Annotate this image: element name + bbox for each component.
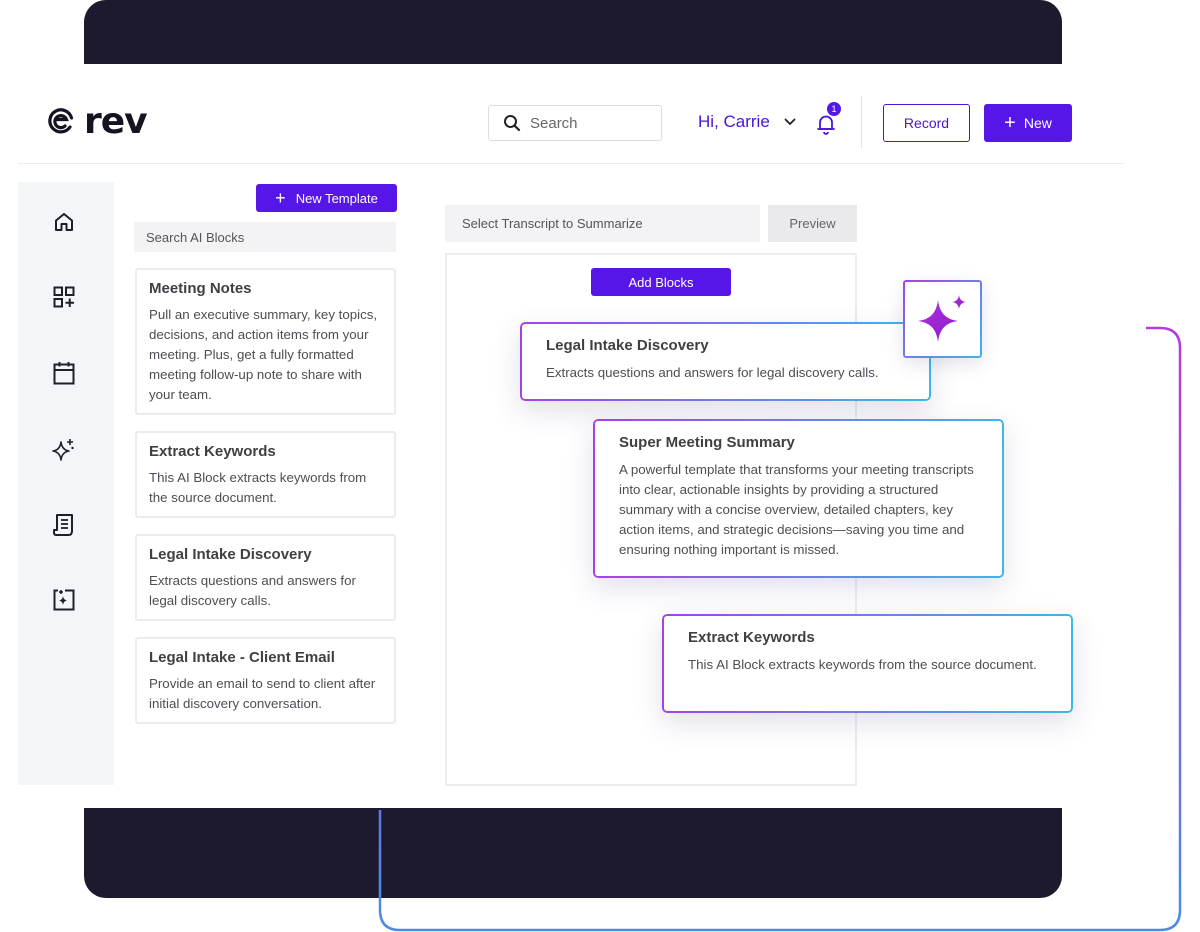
apps-add-icon — [53, 286, 75, 308]
canvas-block-description: A powerful template that transforms your… — [619, 462, 974, 557]
sidebar-item-ai-blocks[interactable] — [51, 587, 77, 613]
sidebar-item-calendar[interactable] — [51, 360, 77, 386]
canvas-block-card[interactable]: Extract Keywords This AI Block extracts … — [662, 614, 1073, 713]
decorative-dark-panel-bottom — [84, 808, 1062, 898]
new-template-label: New Template — [295, 190, 378, 206]
ai-block-title: Extract Keywords — [149, 443, 276, 460]
preview-button[interactable]: Preview — [768, 205, 857, 242]
plus-icon: + — [275, 188, 286, 208]
sidebar-item-documents[interactable] — [51, 512, 77, 538]
plus-icon: + — [1004, 112, 1016, 134]
canvas-block-description: Extracts questions and answers for legal… — [546, 365, 879, 380]
header-divider — [861, 96, 862, 148]
search-input[interactable]: Search — [488, 105, 662, 141]
canvas-block-card[interactable]: Super Meeting Summary A powerful templat… — [593, 419, 1004, 578]
ai-block-card[interactable]: Extract Keywords This AI Block extracts … — [135, 431, 396, 518]
ai-block-card[interactable]: Legal Intake - Client Email Provide an e… — [135, 637, 396, 724]
sidebar — [18, 182, 114, 785]
record-button[interactable]: Record — [883, 104, 970, 142]
ai-block-description: This AI Block extracts keywords from the… — [149, 470, 367, 505]
canvas-block-title: Super Meeting Summary — [619, 434, 795, 451]
chevron-down-icon — [784, 118, 796, 126]
canvas-block-description: This AI Block extracts keywords from the… — [688, 657, 1037, 672]
notification-badge: 1 — [827, 102, 841, 116]
rev-logo[interactable]: rev — [46, 101, 148, 142]
header-bottom-divider — [18, 163, 1124, 164]
new-button-label: New — [1023, 115, 1052, 131]
ai-block-title: Legal Intake - Client Email — [149, 649, 335, 666]
ai-block-card[interactable]: Legal Intake Discovery Extracts question… — [135, 534, 396, 621]
ai-block-title: Legal Intake Discovery — [149, 546, 312, 563]
sparkle-badge — [903, 280, 982, 358]
document-icon — [53, 514, 73, 536]
sidebar-item-home[interactable] — [51, 209, 77, 235]
ai-block-description: Pull an executive summary, key topics, d… — [149, 307, 378, 402]
search-ai-blocks-input[interactable]: Search AI Blocks — [134, 222, 396, 252]
search-icon — [504, 115, 521, 132]
ai-block-card[interactable]: Meeting Notes Pull an executive summary,… — [135, 268, 396, 415]
sidebar-item-ai[interactable] — [51, 437, 77, 463]
ai-block-title: Meeting Notes — [149, 280, 252, 297]
sparkles-icon — [52, 439, 74, 461]
ai-block-description: Provide an email to send to client after… — [149, 676, 376, 711]
canvas-block-title: Legal Intake Discovery — [546, 337, 709, 354]
transcript-select[interactable]: Select Transcript to Summarize — [445, 205, 760, 242]
new-template-button[interactable]: + New Template — [256, 184, 397, 212]
user-greeting: Hi, Carrie — [698, 112, 770, 131]
ai-block-icon — [53, 589, 75, 611]
rev-logo-icon — [48, 108, 74, 134]
canvas-block-card[interactable]: Legal Intake Discovery Extracts question… — [520, 322, 931, 401]
sparkle-icon — [917, 295, 966, 342]
ai-block-description: Extracts questions and answers for legal… — [149, 573, 356, 608]
calendar-icon — [53, 362, 75, 385]
canvas-block-title: Extract Keywords — [688, 629, 815, 646]
user-menu[interactable]: Hi, Carrie — [698, 112, 796, 132]
brand-name: rev — [84, 101, 148, 142]
decorative-dark-panel-top — [84, 0, 1062, 64]
add-blocks-button[interactable]: Add Blocks — [591, 268, 731, 296]
sidebar-item-apps[interactable] — [51, 284, 77, 310]
home-icon — [55, 213, 73, 231]
new-button[interactable]: + New — [984, 104, 1072, 142]
search-placeholder: Search — [530, 114, 578, 132]
